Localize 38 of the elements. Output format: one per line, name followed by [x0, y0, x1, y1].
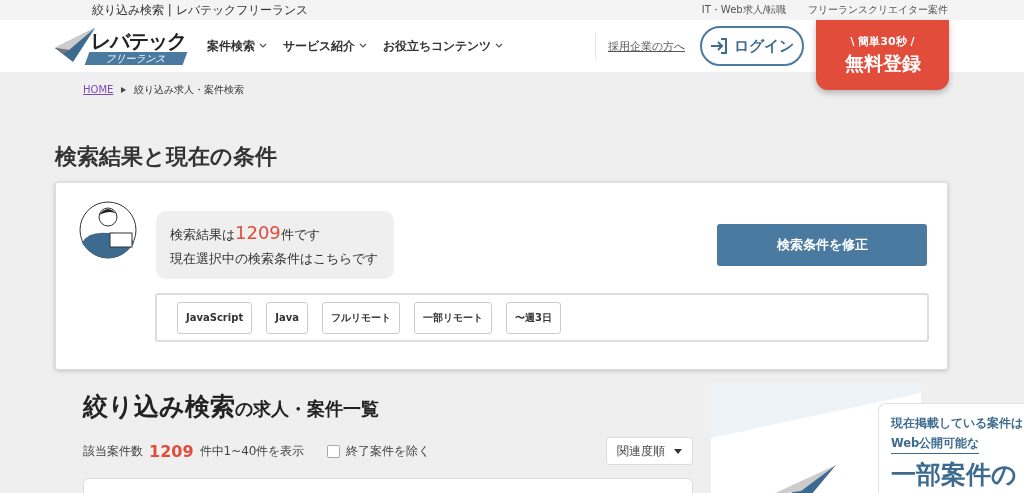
chevron-down-icon — [495, 43, 503, 49]
logo-subtitle: フリーランス — [84, 52, 188, 65]
result-count: 1209 — [149, 441, 194, 461]
sort-dropdown[interactable]: 関連度順 — [606, 437, 693, 465]
edit-conditions-button[interactable]: 検索条件を修正 — [717, 224, 927, 266]
conditions-text: 現在選択中の検索条件はこちらです — [170, 251, 378, 266]
register-button[interactable]: \ 簡単30秒 / 無料登録 — [816, 20, 949, 90]
chevron-down-icon — [359, 43, 367, 49]
nav-menu-item[interactable]: 案件検索 — [207, 37, 267, 55]
breadcrumb-arrow-icon — [121, 86, 127, 93]
promo-headline: 一部案件の — [891, 459, 1018, 491]
result-text: 検索結果は 1209件です — [170, 227, 320, 242]
listing-title: 絞り込み検索の求人・案件一覧 — [83, 391, 380, 423]
login-icon — [710, 38, 728, 54]
count-range: 件中1~40件を表示 — [199, 442, 305, 460]
condition-tag: JavaScript — [177, 301, 253, 334]
condition-tag: Java — [266, 301, 308, 334]
breadcrumb-link[interactable]: HOME — [83, 84, 114, 95]
login-button[interactable]: ログイン — [700, 26, 804, 66]
logo-text[interactable]: レバテック — [91, 28, 186, 55]
top-link[interactable]: IT・Web求人/転職 — [701, 3, 786, 17]
promo-text: 現在掲載している案件は — [891, 416, 1024, 431]
exclude-closed-checkbox[interactable] — [326, 444, 340, 458]
condition-tag: フルリモート — [321, 301, 400, 334]
company-link[interactable]: 採用企業の方へ — [608, 38, 685, 54]
nav-menu-item[interactable]: お役立ちコンテンツ — [383, 37, 503, 55]
count-label: 該当案件数 — [83, 442, 143, 460]
site-title: 絞り込み検索 | レバテックフリーランス — [92, 1, 308, 19]
page-title: 検索結果と現在の条件 — [55, 143, 278, 171]
breadcrumb-current: 絞り込み求人・案件検索 — [134, 82, 245, 97]
caret-icon — [674, 448, 682, 454]
top-link[interactable]: フリーランスクリエイター案件 — [808, 3, 948, 17]
condition-tag: 一部リモート — [413, 301, 492, 334]
condition-tag: 〜週3日 — [505, 301, 561, 334]
promo-subtext: Web公開可能な — [891, 436, 980, 454]
nav-menu-item[interactable]: サービス紹介 — [283, 37, 367, 55]
chevron-down-icon — [259, 43, 267, 49]
checkbox-label: 終了案件を除く — [345, 442, 430, 460]
